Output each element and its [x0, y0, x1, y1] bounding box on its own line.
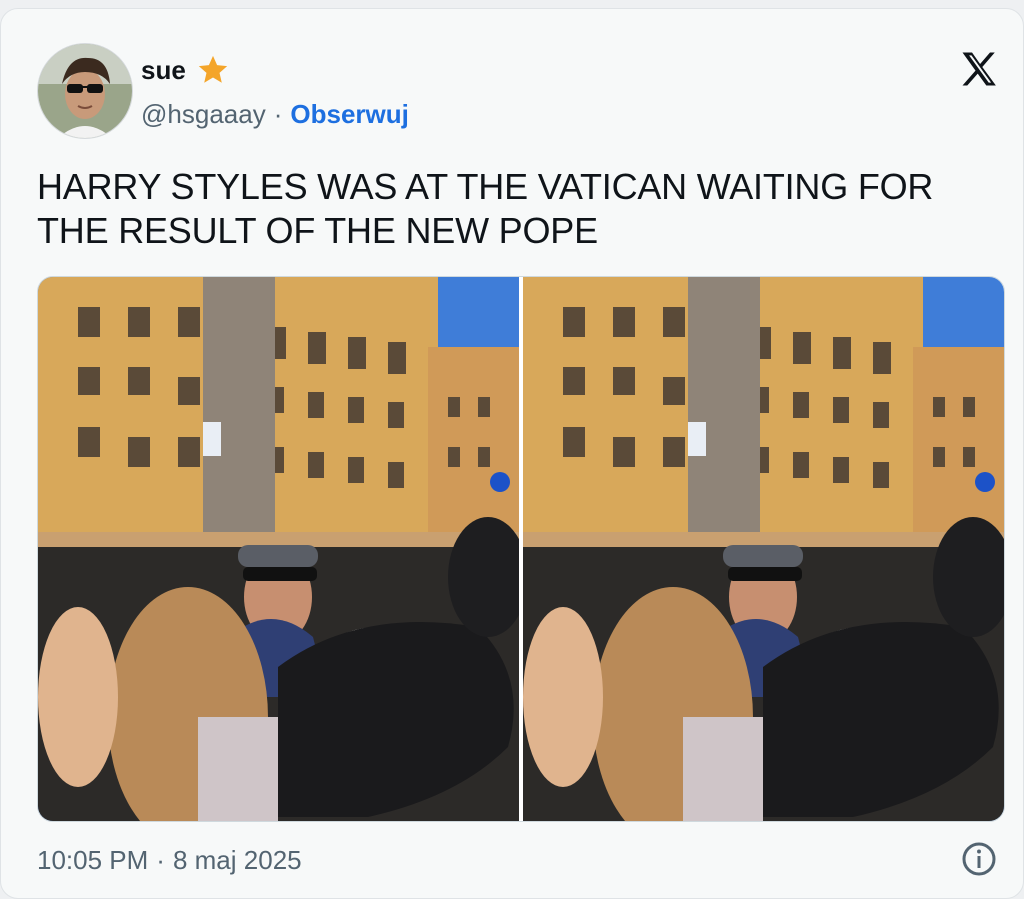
- separator-dot: ·: [156, 845, 165, 875]
- photo-right[interactable]: [523, 277, 1004, 821]
- handle[interactable]: @hsgaaay: [141, 99, 266, 130]
- tweet-time[interactable]: 10:05 PM: [37, 845, 148, 876]
- avatar-image: [38, 44, 132, 138]
- avatar[interactable]: [37, 43, 133, 139]
- tweet-date[interactable]: 8 maj 2025: [173, 845, 302, 876]
- follow-button[interactable]: Obserwuj: [290, 99, 408, 130]
- separator-dot: ·: [273, 99, 283, 129]
- tweet-meta: 10:05 PM · 8 maj 2025: [37, 845, 302, 876]
- photo-left[interactable]: [38, 277, 519, 821]
- info-icon[interactable]: [961, 841, 997, 877]
- display-name[interactable]: sue: [141, 55, 186, 86]
- handle-row: @hsgaaay · Obserwuj: [141, 99, 409, 130]
- star-icon: [198, 55, 227, 83]
- tweet-card: sue @hsgaaay · Obserwuj HARRY STYLES WAS…: [0, 8, 1024, 899]
- tweet-text: HARRY STYLES WAS AT THE VATICAN WAITING …: [37, 166, 934, 251]
- author-name-row: sue: [141, 53, 230, 87]
- crowd-photo: [38, 277, 519, 821]
- crowd-photo: [523, 277, 1004, 821]
- media-grid: [37, 276, 1005, 822]
- x-logo-icon[interactable]: [957, 47, 1001, 91]
